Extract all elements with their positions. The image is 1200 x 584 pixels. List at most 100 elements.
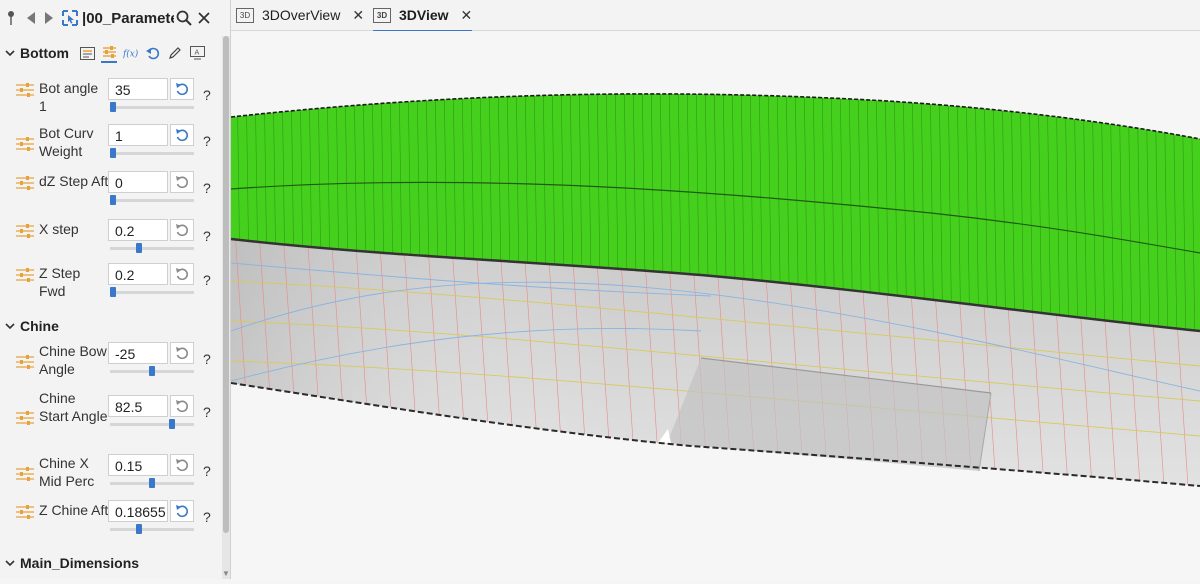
close-icon[interactable]: ✕: [461, 7, 473, 24]
slider-thumb[interactable]: [110, 287, 116, 297]
help-icon[interactable]: ?: [203, 180, 211, 196]
parameter-slider[interactable]: [110, 287, 194, 297]
reset-button[interactable]: [170, 395, 194, 417]
reset-button[interactable]: [170, 78, 194, 100]
parameter-value-input[interactable]: 0.15: [108, 454, 168, 476]
parameter-label: Z Chine Aft: [39, 502, 109, 518]
chevron-down-icon[interactable]: [0, 319, 20, 333]
back-arrow-icon[interactable]: [22, 6, 40, 30]
reset-button[interactable]: [170, 124, 194, 146]
parameter-slider[interactable]: [110, 419, 194, 429]
svg-text:A: A: [194, 49, 199, 57]
parameter-slider-icon: [16, 83, 34, 97]
parameter-slider[interactable]: [110, 102, 194, 112]
view-tab-bar: 3D 3DOverView ✕ 3D 3DView ✕: [231, 0, 1200, 32]
parameter-label: Z Step Fwd: [39, 265, 81, 299]
parameter-value-input[interactable]: -25: [108, 342, 168, 364]
reset-icon: [176, 129, 188, 142]
help-icon[interactable]: ?: [203, 228, 211, 244]
parameter-label: Bot angle 1: [39, 80, 99, 114]
slider-thumb[interactable]: [149, 366, 155, 376]
panel-title: |00_Paramete: [82, 9, 174, 27]
tab-3d-view[interactable]: 3D 3DView ✕: [373, 0, 473, 32]
undo-icon[interactable]: [145, 44, 161, 62]
scrollbar-thumb[interactable]: [223, 36, 229, 533]
hull-render[interactable]: [230, 31, 1200, 579]
slider-thumb[interactable]: [110, 102, 116, 112]
parameter-value-input[interactable]: 82.5: [108, 395, 168, 417]
reset-button[interactable]: [170, 454, 194, 476]
function-icon[interactable]: f(x): [123, 44, 139, 62]
help-icon[interactable]: ?: [203, 272, 211, 288]
parameter-value-input[interactable]: 0: [108, 171, 168, 193]
scroll-down-icon[interactable]: ▼: [222, 569, 230, 579]
parameter-slider[interactable]: [110, 366, 194, 376]
slider-thumb[interactable]: [149, 478, 155, 488]
tab-3d-overview[interactable]: 3D 3DOverView ✕: [236, 0, 364, 30]
parameter-slider-icon: [16, 411, 34, 425]
parameter-value-input[interactable]: 0.18655: [108, 500, 168, 522]
reset-icon: [176, 176, 188, 189]
select-icon[interactable]: [58, 6, 82, 30]
reset-icon: [176, 505, 188, 518]
tab-label: 3DOverView: [262, 7, 341, 23]
parameter-slider-icon: [16, 355, 34, 369]
tab-label: 3DView: [399, 7, 449, 23]
parameter-value-input[interactable]: 35: [108, 78, 168, 100]
parameters-tab-icon[interactable]: [101, 43, 117, 63]
parameter-row: Z Chine Aft 0.18655?: [0, 500, 222, 544]
reset-button[interactable]: [170, 263, 194, 285]
slider-thumb[interactable]: [136, 243, 142, 253]
parameter-slider[interactable]: [110, 195, 194, 205]
parameter-slider-icon: [16, 137, 34, 151]
parameter-slider-icon: [16, 505, 34, 519]
reset-button[interactable]: [170, 342, 194, 364]
parameter-row: Bot Curv Weight 1?: [0, 124, 222, 168]
parameter-label: Chine Start Angle: [39, 390, 108, 424]
panel-toolbar: |00_Paramete: [0, 0, 230, 36]
section-chine[interactable]: Chine: [0, 315, 222, 337]
close-icon[interactable]: ✕: [352, 7, 364, 24]
slider-thumb[interactable]: [136, 524, 142, 534]
3d-viewport[interactable]: [230, 31, 1200, 579]
parameter-value-input[interactable]: 0.2: [108, 263, 168, 285]
help-icon[interactable]: ?: [203, 509, 211, 525]
parameter-slider[interactable]: [110, 524, 194, 534]
parameter-row: Z Step Fwd 0.2?: [0, 263, 222, 307]
slider-thumb[interactable]: [110, 148, 116, 158]
help-icon[interactable]: ?: [203, 404, 211, 420]
reset-icon: [176, 347, 188, 360]
parameter-value-input[interactable]: 0.2: [108, 219, 168, 241]
reset-button[interactable]: [170, 219, 194, 241]
reset-button[interactable]: [170, 171, 194, 193]
parameter-value-input[interactable]: 1: [108, 124, 168, 146]
help-icon[interactable]: ?: [203, 87, 211, 103]
parameter-slider-icon: [16, 467, 34, 481]
parameter-slider[interactable]: [110, 478, 194, 488]
section-main-dimensions[interactable]: Main_Dimensions: [0, 552, 222, 574]
close-icon[interactable]: [194, 6, 214, 30]
parameter-row: Chine Start Angle 82.5?: [0, 389, 222, 447]
parameter-slider[interactable]: [110, 243, 194, 253]
reset-icon: [176, 268, 188, 281]
parameter-row: Bot angle 1 35?: [0, 78, 222, 122]
slider-thumb[interactable]: [169, 419, 175, 429]
parameter-slider-icon: [16, 268, 34, 282]
slider-thumb[interactable]: [110, 195, 116, 205]
help-icon[interactable]: ?: [203, 463, 211, 479]
help-icon[interactable]: ?: [203, 133, 211, 149]
forward-arrow-icon[interactable]: [40, 6, 58, 30]
chevron-down-icon[interactable]: [0, 556, 20, 570]
parameter-slider[interactable]: [110, 148, 194, 158]
section-label: Bottom: [20, 45, 69, 61]
pin-icon[interactable]: [0, 6, 22, 30]
scrollbar[interactable]: ▼: [222, 36, 230, 579]
display-icon[interactable]: A: [189, 44, 205, 62]
search-icon[interactable]: [174, 6, 194, 30]
chevron-down-icon[interactable]: [0, 46, 20, 60]
reset-button[interactable]: [170, 500, 194, 522]
properties-icon[interactable]: [79, 44, 95, 62]
section-bottom[interactable]: Bottom f(x) A: [0, 42, 222, 64]
edit-icon[interactable]: [167, 44, 183, 62]
help-icon[interactable]: ?: [203, 351, 211, 367]
